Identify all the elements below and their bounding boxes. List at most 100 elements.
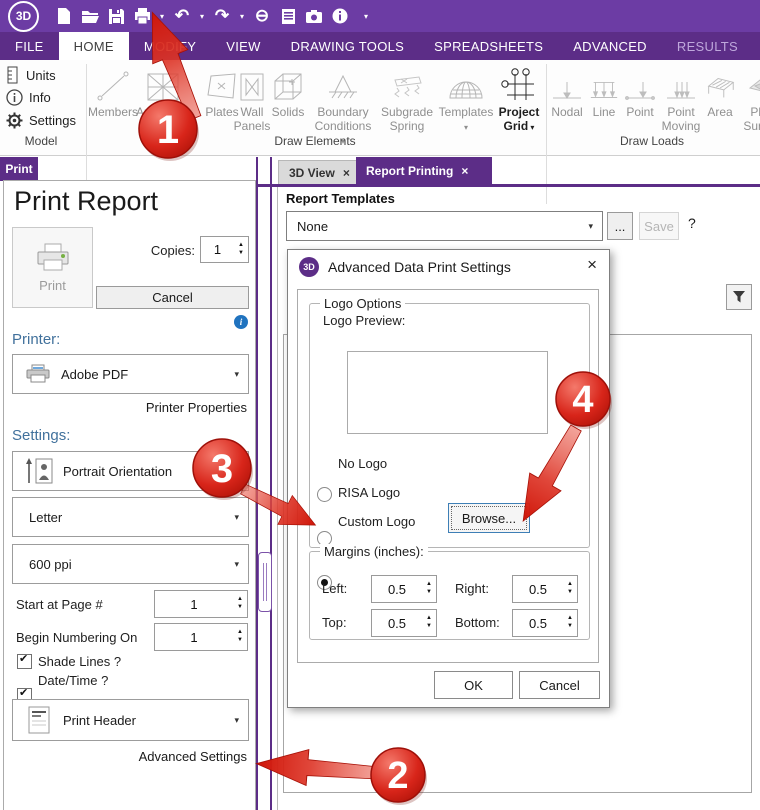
splitter-grip[interactable] [258, 552, 272, 612]
tab-file[interactable]: FILE [0, 32, 59, 60]
dialog-ok-button[interactable]: OK [434, 671, 513, 699]
dropdown-caret-icon: ▾ [464, 123, 468, 132]
filter-button[interactable] [726, 284, 752, 310]
tab-spreadsheets[interactable]: SPREADSHEETS [419, 32, 558, 60]
undo-icon[interactable]: ↶ [171, 5, 193, 27]
stepper-arrows[interactable]: ▲▼ [563, 615, 577, 631]
margin-left-stepper[interactable]: 0.5 ▲▼ [371, 575, 437, 603]
ribbon-templates-button[interactable]: Templates▾ [438, 66, 494, 134]
ribbon-line-load-button[interactable]: Line [588, 66, 620, 120]
ribbon-info-button[interactable]: Info [6, 89, 51, 106]
nodal-load-icon [548, 66, 586, 104]
browse-templates-button[interactable]: ... [607, 212, 633, 240]
stepper-arrows[interactable]: ▲▼ [422, 615, 436, 631]
remove-circle-icon[interactable]: ⊖ [251, 5, 273, 27]
logo-options-legend: Logo Options [320, 296, 405, 311]
paper-size-select[interactable]: Letter ▾ [12, 497, 249, 537]
ribbon-point-moving-load-button[interactable]: Point Moving [658, 66, 704, 134]
custom-logo-label: Custom Logo [338, 514, 415, 529]
dialog-close-icon[interactable]: × [587, 255, 597, 275]
margin-top-stepper[interactable]: 0.5 ▲▼ [371, 609, 437, 637]
cancel-print-button[interactable]: Cancel [96, 286, 249, 309]
margins-legend: Margins (inches): [320, 544, 428, 559]
report-template-select[interactable]: None ▾ [286, 211, 603, 241]
print-icon[interactable] [131, 5, 153, 27]
copies-stepper[interactable]: 1 ▲▼ [200, 236, 249, 263]
templates-icon [438, 66, 494, 104]
shade-lines-checkbox[interactable]: ✔ [17, 654, 32, 669]
stepper-arrows[interactable]: ▲▼ [233, 596, 247, 612]
tab-home[interactable]: HOME [59, 32, 129, 60]
draw-loads-group-label: Draw Loads [592, 134, 712, 148]
close-tab-icon[interactable]: × [343, 166, 350, 180]
group-separator [546, 64, 547, 204]
new-file-icon[interactable] [53, 5, 75, 27]
margin-right-stepper[interactable]: 0.5 ▲▼ [512, 575, 578, 603]
print-panel-tab[interactable]: Print [0, 157, 38, 181]
tab-results: RESULTS [662, 32, 753, 60]
tab-advanced[interactable]: ADVANCED [558, 32, 662, 60]
gear-icon [6, 112, 23, 129]
undo-dropdown-icon[interactable]: ▾ [197, 12, 207, 21]
help-label[interactable]: ? [688, 215, 696, 231]
info-badge-icon[interactable]: i [234, 315, 248, 329]
dialog-title-bar[interactable]: 3D Advanced Data Print Settings [288, 250, 609, 283]
redo-icon[interactable]: ↷ [211, 5, 233, 27]
print-button[interactable]: Print [12, 227, 93, 308]
area-load-icon [703, 66, 737, 104]
stepper-arrows[interactable]: ▲▼ [422, 581, 436, 597]
advanced-settings-link[interactable]: Advanced Settings [90, 749, 247, 764]
check-icon: ✔ [19, 652, 28, 665]
ribbon-settings-button[interactable]: Settings [6, 112, 76, 129]
funnel-icon [732, 290, 746, 304]
chevron-down-icon: ▾ [588, 221, 602, 232]
margin-bottom-stepper[interactable]: 0.5 ▲▼ [512, 609, 578, 637]
ribbon-nodal-load-button[interactable]: Nodal [548, 66, 586, 120]
print-dropdown-icon[interactable]: ▾ [157, 12, 167, 21]
close-tab-icon[interactable]: × [461, 164, 468, 178]
ribbon-point-load-button[interactable]: Point [622, 66, 658, 120]
chevron-down-icon: ▾ [234, 559, 248, 570]
tab-modify[interactable]: MODIFY [129, 32, 211, 60]
splitter-line [270, 157, 272, 810]
margin-top-label: Top: [322, 615, 347, 630]
info-icon[interactable] [329, 5, 351, 27]
settings-label: Settings [29, 113, 76, 128]
start-page-stepper[interactable]: 1 ▲▼ [154, 590, 248, 618]
printer-icon [34, 242, 72, 274]
camera-icon[interactable] [303, 5, 325, 27]
save-icon[interactable] [105, 5, 127, 27]
spreadsheet-icon[interactable] [277, 5, 299, 27]
begin-numbering-stepper[interactable]: 1 ▲▼ [154, 623, 248, 651]
printer-small-icon [25, 364, 51, 384]
customize-toolbar-icon[interactable]: ▾ [361, 12, 371, 21]
stepper-arrows[interactable]: ▲▼ [563, 581, 577, 597]
ribbon-units-button[interactable]: Units [6, 66, 56, 84]
ribbon-members-button[interactable]: Members [87, 66, 139, 120]
printer-select[interactable]: Adobe PDF ▾ [12, 354, 249, 394]
no-logo-radio[interactable] [317, 487, 332, 502]
ribbon-subgrade-spring-button[interactable]: Subgrade Spring [378, 66, 436, 134]
ribbon-plate-surface-load-button[interactable]: Plate Surface [736, 66, 760, 134]
stepper-arrows[interactable]: ▲▼ [234, 242, 248, 258]
browse-button[interactable]: Browse... [448, 503, 530, 533]
printer-properties-link[interactable]: Printer Properties [100, 400, 247, 415]
print-header-select[interactable]: Print Header ▾ [12, 699, 249, 741]
panel-border [277, 186, 278, 810]
ribbon-area-load-button[interactable]: Area [703, 66, 737, 120]
tab-drawing-tools[interactable]: DRAWING TOOLS [276, 32, 419, 60]
start-page-label: Start at Page # [16, 597, 103, 612]
open-file-icon[interactable] [79, 5, 101, 27]
resolution-select[interactable]: 600 ppi ▾ [12, 544, 249, 584]
save-template-button: Save [639, 212, 679, 240]
printer-heading: Printer: [12, 331, 60, 348]
tab-view[interactable]: VIEW [211, 32, 275, 60]
stepper-arrows[interactable]: ▲▼ [233, 629, 247, 645]
orientation-select[interactable]: Portrait Orientation ▾ [12, 451, 249, 491]
ribbon-solids-button[interactable]: Solids [268, 66, 308, 120]
dialog-cancel-button[interactable]: Cancel [519, 671, 600, 699]
redo-dropdown-icon[interactable]: ▾ [237, 12, 247, 21]
ribbon-project-grid-button[interactable]: Project Grid ▾ [495, 66, 543, 134]
view-tab-report-printing[interactable]: Report Printing× [356, 157, 492, 184]
ribbon-automesh-button[interactable]: Automesh of Plates [135, 66, 191, 134]
